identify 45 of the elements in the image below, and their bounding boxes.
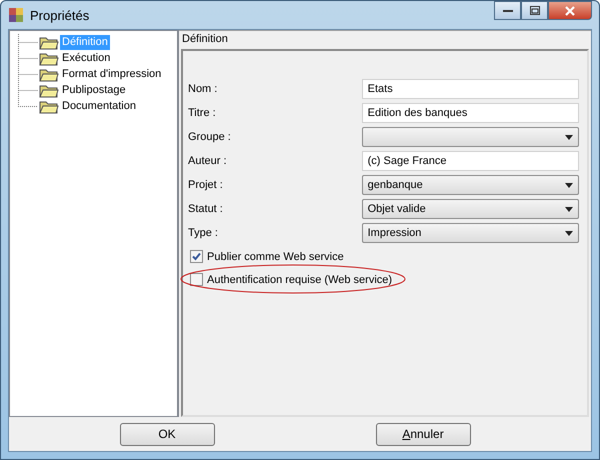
close-button[interactable]	[548, 1, 592, 20]
dropdown[interactable]: Objet valide	[362, 199, 579, 219]
minimize-icon	[502, 10, 512, 12]
field-label: Groupe :	[188, 131, 232, 143]
caret-icon	[565, 206, 573, 212]
field-label: Titre :	[188, 107, 217, 119]
panel-header: Définition	[179, 30, 591, 47]
text-field[interactable]: Edition des banques	[362, 103, 579, 123]
checkbox[interactable]	[190, 250, 203, 263]
dropdown[interactable]: genbanque	[362, 175, 579, 195]
dropdown[interactable]: Impression	[362, 223, 579, 243]
folder-icon	[39, 66, 59, 82]
minimize-button[interactable]	[494, 1, 521, 20]
caret-icon	[565, 134, 573, 140]
caret-icon	[565, 182, 573, 188]
maximize-icon	[530, 6, 540, 15]
tree-line-icon	[18, 66, 38, 82]
tree-item[interactable]: Publipostage	[60, 82, 128, 98]
field-label: Nom :	[188, 83, 218, 95]
checkbox-label: Authentification requise (Web service)	[207, 274, 392, 286]
folder-icon	[39, 50, 59, 66]
tree-item[interactable]: Exécution	[60, 50, 112, 66]
dropdown[interactable]	[362, 127, 579, 147]
tree-item[interactable]: Documentation	[60, 98, 138, 114]
field-label: Auteur :	[188, 155, 228, 167]
tree-line-icon	[18, 50, 38, 66]
folder-icon	[39, 82, 59, 98]
dialog-button[interactable]: OK	[120, 422, 214, 446]
app-icon	[8, 7, 24, 23]
folder-icon	[39, 98, 59, 114]
caret-icon	[565, 230, 573, 236]
maximize-button[interactable]	[521, 1, 548, 20]
field-label: Statut :	[188, 203, 224, 215]
window-title: Propriétés	[30, 8, 90, 22]
text-field[interactable]: (c) Sage France	[362, 151, 579, 171]
dialog-button[interactable]: Annuler	[376, 422, 470, 446]
tree-item[interactable]: Format d'impression	[60, 66, 164, 82]
checkbox[interactable]	[190, 273, 203, 286]
tree-line-icon	[18, 34, 38, 50]
text-field[interactable]: Etats	[362, 79, 579, 99]
folder-icon	[39, 34, 59, 50]
field-label: Type :	[188, 227, 219, 239]
field-label: Projet :	[188, 179, 224, 191]
checkbox-label: Publier comme Web service	[207, 250, 344, 262]
close-icon	[565, 6, 575, 16]
